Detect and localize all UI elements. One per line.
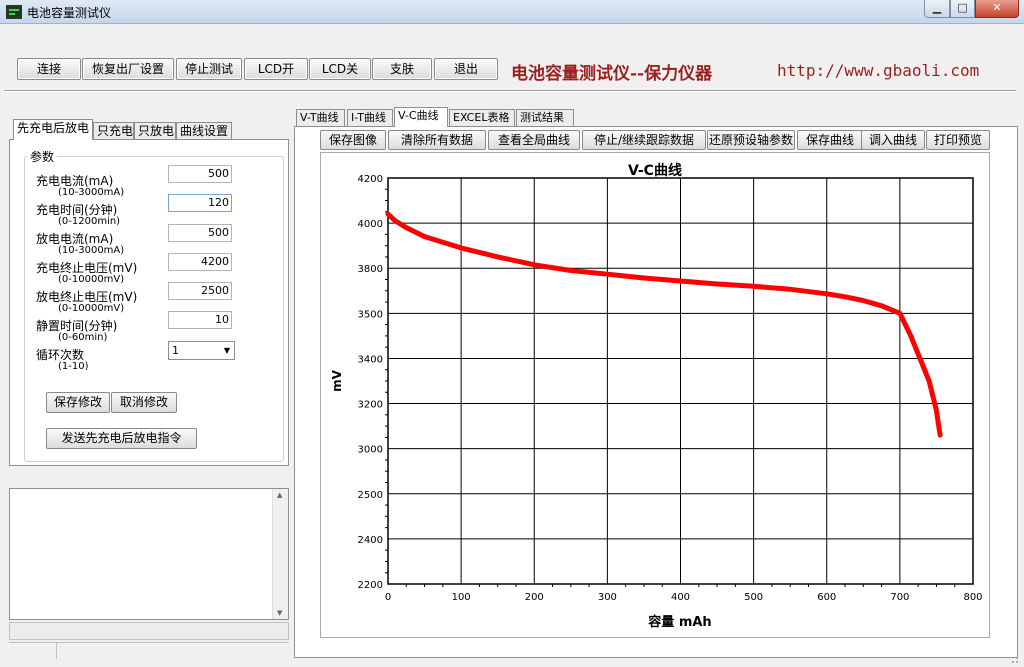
tab-i-t-curve[interactable]: I-T曲线 (347, 109, 393, 126)
v-c-curve-line (385, 211, 943, 438)
close-button[interactable]: ✕ (975, 0, 1019, 18)
stop-test-button[interactable]: 停止测试 (176, 58, 242, 80)
y-tick-label: 3400 (358, 354, 383, 365)
chevron-down-icon: ▼ (223, 346, 230, 355)
factory-reset-button[interactable]: 恢复出厂设置 (82, 58, 174, 80)
restore-axis-defaults-button[interactable]: 还原预设轴参数 (707, 130, 795, 150)
charge-time-input[interactable]: 120 (168, 194, 232, 212)
charge-cutoff-voltage-input[interactable]: 4200 (168, 253, 232, 271)
y-tick-label: 3000 (358, 445, 383, 456)
status-bar (9, 622, 289, 640)
save-curve-button[interactable]: 保存曲线 (797, 130, 863, 150)
x-tick-label: 500 (744, 592, 763, 603)
lcd-off-button[interactable]: LCD关 (309, 58, 371, 80)
maximize-button[interactable]: □ (950, 0, 975, 18)
website-url[interactable]: http://www.gbaoli.com (777, 61, 979, 80)
tab-discharge-only[interactable]: 只放电 (134, 122, 176, 140)
minimize-button[interactable]: ▁ (924, 0, 950, 18)
print-preview-button[interactable]: 打印预览 (926, 130, 990, 150)
discharge-cutoff-voltage-input[interactable]: 2500 (168, 282, 232, 300)
stop-continue-tracking-button[interactable]: 停止/继续跟踪数据 (582, 130, 706, 150)
discharge-cutoff-voltage-range: (0-10000mV) (58, 303, 125, 314)
x-tick-label: 100 (452, 592, 471, 603)
x-tick-label: 600 (817, 592, 836, 603)
log-textarea[interactable]: ▲ ▼ (9, 488, 289, 620)
tab-curve-settings[interactable]: 曲线设置 (176, 122, 232, 140)
lcd-on-button[interactable]: LCD开 (244, 58, 308, 80)
tab-v-c-curve[interactable]: V-C曲线 (394, 107, 448, 127)
charge-current-range: (10-3000mA) (58, 187, 125, 198)
chart-x-axis-label: 容量 mAh (647, 614, 711, 630)
tab-v-t-curve[interactable]: V-T曲线 (296, 109, 345, 126)
discharge-current-input[interactable]: 500 (168, 224, 232, 242)
scroll-up-icon[interactable]: ▲ (277, 491, 282, 499)
rest-time-range: (0-60min) (58, 332, 108, 343)
log-scrollbar[interactable]: ▲ ▼ (272, 489, 288, 619)
cycle-count-value: 1 (172, 344, 179, 357)
rest-time-input[interactable]: 10 (168, 311, 232, 329)
cycle-count-select[interactable]: 1 ▼ (168, 341, 235, 360)
y-tick-label: 3200 (358, 400, 383, 411)
cycle-count-range: (1-10) (58, 361, 89, 372)
resize-grip-icon[interactable] (1008, 653, 1020, 665)
x-tick-label: 200 (525, 592, 544, 603)
charge-time-range: (0-1200min) (58, 216, 121, 227)
chart-title: V-C曲线 (628, 162, 682, 179)
x-tick-label: 400 (671, 592, 690, 603)
save-image-button[interactable]: 保存图像 (320, 130, 386, 150)
save-changes-button[interactable]: 保存修改 (46, 392, 110, 413)
chart-series (385, 211, 943, 438)
cancel-changes-button[interactable]: 取消修改 (111, 392, 177, 413)
x-tick-label: 0 (385, 592, 391, 603)
load-curve-button[interactable]: 调入曲线 (861, 130, 925, 150)
title-bar: 电池容量测试仪 ▁ □ ✕ (0, 0, 1024, 24)
y-tick-label: 2400 (358, 535, 383, 546)
view-global-curve-button[interactable]: 查看全局曲线 (488, 130, 580, 150)
x-tick-label: 700 (890, 592, 909, 603)
charge-current-input[interactable]: 500 (168, 165, 232, 183)
chart-y-axis-label: mV (330, 369, 344, 392)
x-tick-label: 800 (963, 592, 982, 603)
discharge-current-range: (10-3000mA) (58, 245, 125, 256)
y-tick-label: 2500 (358, 490, 383, 501)
window-title: 电池容量测试仪 (27, 6, 112, 20)
y-tick-label: 4000 (358, 219, 383, 230)
tab-charge-then-discharge[interactable]: 先充电后放电 (13, 119, 93, 140)
y-tick-label: 4200 (358, 174, 383, 185)
brand-title: 电池容量测试仪--保力仪器 (511, 64, 713, 84)
tab-charge-only[interactable]: 只充电 (93, 122, 134, 140)
scroll-down-icon[interactable]: ▼ (277, 609, 282, 617)
exit-button[interactable]: 退出 (434, 58, 498, 80)
v-c-chart: V-C曲线 容量 mAh mV 0 100 200 300 400 500 600 700 80… (320, 152, 990, 638)
chart-grid (387, 177, 974, 585)
chart-svg: V-C曲线 容量 mAh mV 0 100 200 300 400 500 600 700 80… (330, 162, 983, 630)
clear-all-data-button[interactable]: 清除所有数据 (388, 130, 486, 150)
y-tick-label: 3500 (358, 309, 383, 320)
x-tick-label: 300 (598, 592, 617, 603)
charge-cutoff-voltage-range: (0-10000mV) (58, 274, 125, 285)
y-tick-label: 2200 (358, 580, 383, 591)
skin-button[interactable]: 支肤 (372, 58, 432, 80)
connect-button[interactable]: 连接 (17, 58, 81, 80)
y-tick-label: 3800 (358, 264, 383, 275)
toolbar-divider (4, 90, 1016, 92)
send-command-button[interactable]: 发送先充电后放电指令 (46, 428, 197, 449)
tab-excel-table[interactable]: EXCEL表格 (449, 109, 515, 126)
app-icon (6, 5, 22, 19)
tab-test-results[interactable]: 测试结果 (516, 109, 574, 126)
params-group-title: 参数 (27, 148, 58, 165)
status-bar-secondary (9, 642, 289, 659)
